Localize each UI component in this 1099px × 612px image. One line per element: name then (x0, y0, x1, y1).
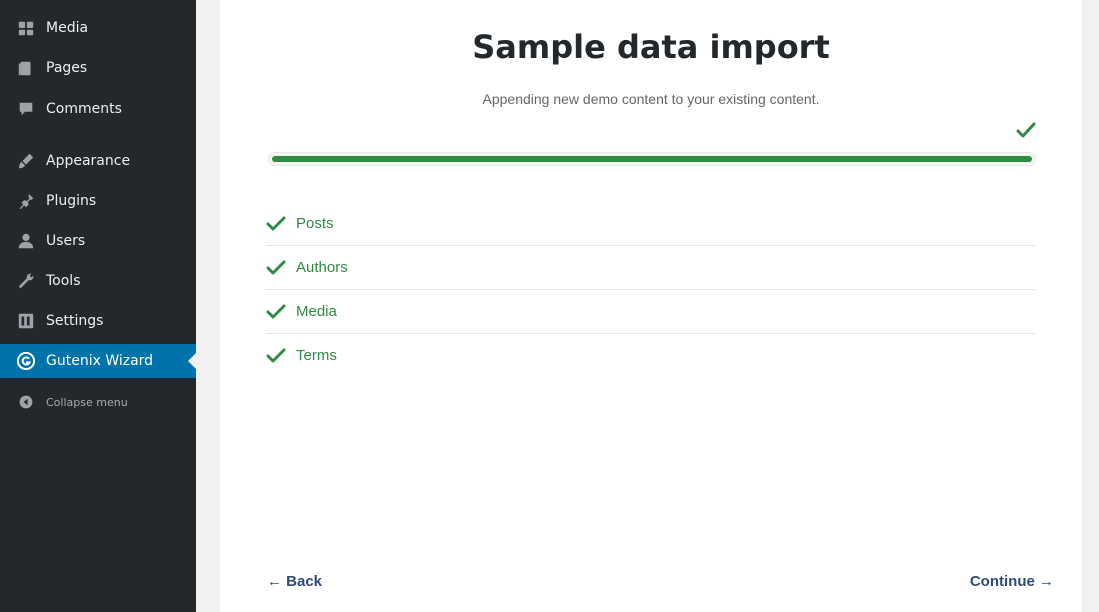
comments-icon (16, 99, 36, 119)
sidebar-item-comments[interactable]: Comments (0, 92, 196, 126)
sidebar-item-label: Users (46, 233, 86, 249)
check-icon (266, 260, 286, 274)
sidebar-item-label: Pages (46, 60, 88, 76)
settings-icon (16, 311, 36, 331)
collapse-menu-button[interactable]: Collapse menu (0, 385, 196, 419)
sidebar-item-gutenix-wizard[interactable]: Gutenix Wizard (0, 344, 196, 378)
progress-bar (268, 152, 1036, 166)
sidebar-item-label: Media (46, 20, 89, 36)
continue-button[interactable]: Continue → (970, 573, 1054, 590)
step-item-posts: Posts (266, 202, 1036, 246)
wizard-panel: Sample data import Appending new demo co… (220, 0, 1082, 612)
page-subtitle: Appending new demo content to your exist… (482, 91, 820, 107)
sidebar-item-label: Comments (46, 101, 122, 117)
check-icon (266, 348, 286, 362)
active-indicator (188, 353, 196, 369)
step-label: Media (296, 303, 337, 320)
sidebar-item-pages[interactable]: Pages (0, 51, 196, 85)
sidebar-item-label: Gutenix Wizard (46, 353, 154, 369)
check-icon (266, 304, 286, 318)
import-steps: Posts Authors Media Terms (266, 202, 1036, 377)
users-icon (16, 231, 36, 251)
pages-icon (16, 58, 36, 78)
sidebar-item-label: Settings (46, 313, 104, 329)
sidebar-item-settings[interactable]: Settings (0, 304, 196, 338)
sidebar-item-tools[interactable]: Tools (0, 264, 196, 298)
sidebar-item-plugins[interactable]: Plugins (0, 184, 196, 218)
collapse-icon (16, 392, 36, 412)
complete-check-icon (1016, 122, 1036, 138)
admin-sidebar: Media Pages Comments Appearance Plugins … (0, 0, 196, 612)
step-label: Terms (296, 347, 337, 364)
back-button[interactable]: ← Back (267, 573, 322, 590)
media-icon (16, 18, 36, 38)
sidebar-item-appearance[interactable]: Appearance (0, 144, 196, 178)
sidebar-item-label: Plugins (46, 193, 97, 209)
step-label: Posts (296, 215, 334, 232)
appearance-icon (16, 151, 36, 171)
gutenix-icon (16, 351, 36, 371)
step-label: Authors (296, 259, 348, 276)
check-icon (266, 216, 286, 230)
step-item-media: Media (266, 290, 1036, 334)
page-title: Sample data import (472, 28, 830, 66)
plugins-icon (16, 191, 36, 211)
step-item-authors: Authors (266, 246, 1036, 290)
sidebar-item-users[interactable]: Users (0, 224, 196, 258)
tools-icon (16, 271, 36, 291)
sidebar-item-label: Tools (46, 273, 81, 289)
progress-fill (272, 156, 1032, 162)
collapse-menu-label: Collapse menu (46, 395, 128, 409)
sidebar-item-media[interactable]: Media (0, 11, 196, 45)
step-item-terms: Terms (266, 334, 1036, 377)
sidebar-item-label: Appearance (46, 153, 131, 169)
